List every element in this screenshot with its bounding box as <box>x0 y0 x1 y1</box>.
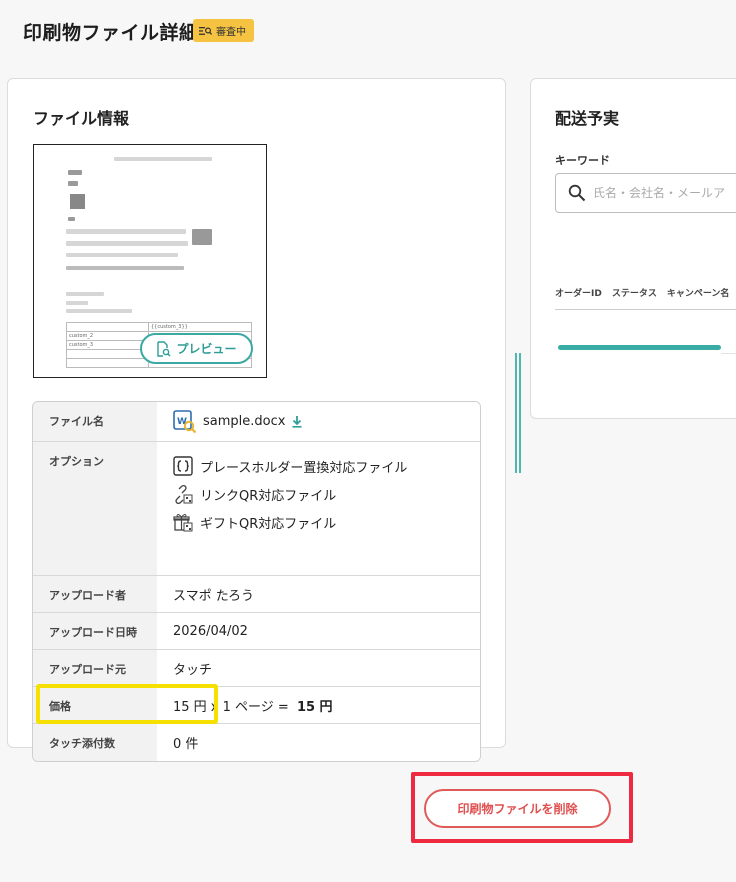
column-header[interactable]: ステータス <box>612 286 657 299</box>
table-header: オーダーID ステータス キャンペーン名 <box>555 286 729 299</box>
delete-file-button[interactable]: 印刷物ファイルを削除 <box>424 789 611 828</box>
table-row-price: 価格 15 円 x 1 ページ = 15 円 <box>33 687 480 724</box>
loading-bar <box>558 345 721 350</box>
gift-qr-icon <box>173 514 193 532</box>
option-label: オプション <box>33 442 157 575</box>
column-header[interactable]: キャンペーン名 <box>667 286 730 299</box>
file-info-title: ファイル情報 <box>33 109 130 128</box>
file-detail-table: ファイル名 W sample.docx オプション プレースホルダー置換対応ファ… <box>32 401 481 762</box>
table-row-options: オプション プレースホルダー置換対応ファイル リンクQR対応ファイル ギフトQR… <box>33 442 480 576</box>
table-row-filename: ファイル名 W sample.docx <box>33 402 480 442</box>
resize-handle[interactable] <box>519 353 521 473</box>
option-item: プレースホルダー置換対応ファイル <box>173 452 480 480</box>
status-badge: 審査中 <box>193 19 254 42</box>
divider <box>721 353 736 354</box>
search-icon <box>568 184 586 202</box>
status-badge-label: 審査中 <box>216 27 246 38</box>
upload-source-value: タッチ <box>157 650 480 686</box>
price-formula: 15 円 x 1 ページ = <box>173 699 293 715</box>
filename-value: sample.docx <box>203 414 286 429</box>
word-file-icon: W <box>173 409 197 433</box>
price-value: 15 円 x 1 ページ = 15 円 <box>157 687 480 723</box>
resize-handle[interactable] <box>515 353 517 473</box>
option-text: ギフトQR対応ファイル <box>200 516 337 532</box>
file-search-icon <box>157 340 172 357</box>
option-item: リンクQR対応ファイル <box>173 480 480 508</box>
search-input[interactable] <box>593 186 736 200</box>
uploader-value: スマポ たろう <box>157 576 480 612</box>
search-field[interactable] <box>555 173 736 213</box>
delivery-card: 配送予実 キーワード オーダーID ステータス キャンペーン名 <box>530 78 736 419</box>
price-label: 価格 <box>33 687 157 723</box>
file-info-card: ファイル情報 {{custom_3}} custom_2 custom_3 プレ… <box>7 78 506 762</box>
touch-count-value: 0 件 <box>157 724 480 761</box>
mini-table-cell: {{custom_3}} <box>148 322 252 332</box>
price-total: 15 円 <box>296 699 333 715</box>
table-row-upload-date: アップロード日時 2026/04/02 <box>33 613 480 650</box>
table-row-upload-source: アップロード元 タッチ <box>33 650 480 687</box>
mini-table-row-label: custom_3 <box>66 340 149 350</box>
table-row-touch-count: タッチ添付数 0 件 <box>33 724 480 761</box>
filename-label: ファイル名 <box>33 402 157 441</box>
upload-date-label: アップロード日時 <box>33 613 157 649</box>
review-list-icon <box>199 26 212 35</box>
mini-table-row-label: custom_2 <box>66 331 149 341</box>
column-header[interactable]: オーダーID <box>555 286 602 299</box>
link-qr-icon <box>175 484 193 504</box>
upload-date-value: 2026/04/02 <box>157 613 480 649</box>
keyword-label: キーワード <box>555 154 610 167</box>
page-title: 印刷物ファイル詳細 <box>23 22 199 44</box>
uploader-label: アップロード者 <box>33 576 157 612</box>
delivery-title: 配送予実 <box>555 109 620 128</box>
preview-button-label: プレビュー <box>176 342 237 356</box>
download-icon[interactable] <box>291 415 303 428</box>
document-thumbnail: {{custom_3}} custom_2 custom_3 プレビュー <box>33 144 267 378</box>
option-item: ギフトQR対応ファイル <box>173 508 480 536</box>
option-text: リンクQR対応ファイル <box>200 488 337 504</box>
preview-button[interactable]: プレビュー <box>140 333 253 364</box>
placeholder-icon <box>173 456 193 476</box>
header-divider <box>555 309 736 310</box>
table-row-uploader: アップロード者 スマポ たろう <box>33 576 480 613</box>
option-text: プレースホルダー置換対応ファイル <box>200 460 408 476</box>
touch-count-label: タッチ添付数 <box>33 724 157 761</box>
upload-source-label: アップロード元 <box>33 650 157 686</box>
